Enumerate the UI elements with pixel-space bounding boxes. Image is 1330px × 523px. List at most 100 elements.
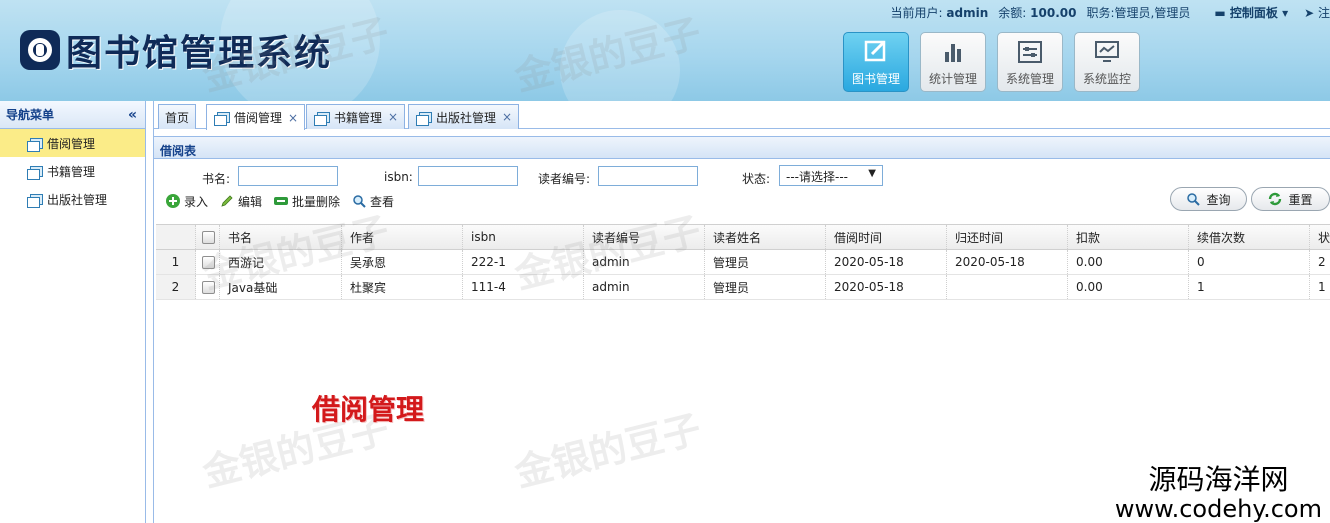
column-header[interactable]: 作者 [342,225,463,249]
cell-author: 吴承恩 [342,250,463,274]
cell-renewals: 1 [1189,275,1310,299]
cell-return-date: 2020-05-18 [947,250,1068,274]
row-checkbox[interactable] [202,280,215,294]
tab-publishers[interactable]: 出版社管理 × [408,104,520,129]
cell-reader-id: admin [584,275,705,299]
cell-return-date [947,275,1068,299]
monitor-icon [1095,41,1119,62]
nav-statistics[interactable]: 统计管理 [920,32,986,92]
isbn-input[interactable] [418,166,518,186]
toolbar: 录入 编辑 批量删除 查看 [166,191,394,211]
sidebar-item-publishers[interactable]: 出版社管理 [0,185,145,213]
close-icon[interactable]: × [502,110,512,124]
user-info-bar: 当前用户: admin 余额: 100.00 职务:管理员,管理员 ▬ 控制面板… [891,4,1330,20]
remove-icon [274,197,289,205]
document-icon [27,193,43,208]
caret-down-icon: ▼ [868,168,876,179]
status-label: 状态: [742,172,771,186]
document-icon [27,137,43,152]
sidebar-item-borrow[interactable]: 借阅管理 [0,129,145,157]
header-bar: 图书馆管理系统 当前用户: admin 余额: 100.00 职务:管理员,管理… [0,0,1330,101]
current-user: 当前用户: admin [890,6,989,20]
cell-borrow-date: 2020-05-18 [826,275,947,299]
cell-renewals: 0 [1189,250,1310,274]
add-button[interactable]: 录入 [166,193,208,210]
query-button[interactable]: 查询 [1170,187,1247,211]
logo-icon [20,30,60,70]
tab-books[interactable]: 书籍管理 × [306,104,406,129]
table-row[interactable]: 1 西游记 吴承恩 222-1 admin 管理员 2020-05-18 202… [156,250,1330,275]
column-header[interactable]: 扣款 [1068,225,1189,249]
reader-id-label: 读者编号: [538,172,591,186]
add-icon [166,194,180,208]
collapse-icon[interactable]: « [128,107,137,123]
borrow-table: 书名 作者 isbn 读者编号 读者姓名 借阅时间 归还时间 扣款 续借次数 状… [156,224,1330,300]
row-checkbox[interactable] [202,255,215,269]
column-header[interactable]: 续借次数 [1189,225,1310,249]
tab-home[interactable]: 首页 [158,104,197,129]
select-all-cell [196,225,220,249]
row-select-cell [196,250,220,274]
edit-icon [864,40,886,62]
cell-borrow-date: 2020-05-18 [826,250,947,274]
nav-system-monitor[interactable]: 系统监控 [1074,32,1140,92]
view-button[interactable]: 查看 [352,193,394,210]
search-icon [353,195,366,208]
column-header[interactable]: isbn [463,225,584,249]
row-number: 1 [156,250,196,274]
column-header[interactable]: 书名 [220,225,342,249]
folder-icon: ▬ [1214,6,1226,20]
settings-sliders-icon [1018,41,1042,63]
control-panel-menu[interactable]: ▬ 控制面板 ▾ [1214,4,1288,20]
cell-reader-name: 管理员 [705,275,826,299]
header-decoration [560,10,680,101]
send-icon: ➤ [1304,6,1315,20]
row-select-cell [196,275,220,299]
document-icon [214,112,230,126]
cell-status: 1 [1318,280,1326,294]
panel-title: 借阅表 [154,136,1330,159]
cell-book: Java基础 [220,275,342,299]
column-header[interactable]: 读者编号 [584,225,705,249]
close-icon[interactable]: × [388,110,398,124]
cell-reader-name: 管理员 [705,250,826,274]
book-name-label: 书名: [202,172,231,186]
caption-overlay: 借阅管理 [312,393,425,426]
document-icon [314,111,330,126]
table-row[interactable]: 2 Java基础 杜聚宾 111-4 admin 管理员 2020-05-18 … [156,275,1330,300]
site-brand: 源码海洋网 www.codehy.com [1115,463,1322,523]
logout-link[interactable]: ➤ 注 [1304,4,1330,20]
main-content: 首页 借阅管理 × 书籍管理 × 出版社管理 × 借阅表 书名: isbn: 读… [153,101,1330,523]
site-brand-name: 源码海洋网 [1148,463,1289,496]
role: 职务:管理员,管理员 [1086,6,1191,20]
sidebar-item-books[interactable]: 书籍管理 [0,157,145,185]
column-header[interactable]: 借阅时间 [826,225,947,249]
cell-isbn: 222-1 [463,250,584,274]
select-all-checkbox[interactable] [202,230,215,244]
reader-id-input[interactable] [598,166,698,186]
app-logo: 图书馆管理系统 [20,24,332,76]
book-name-input[interactable] [238,166,338,186]
status-select[interactable]: ---请选择--- ▼ [779,165,883,186]
document-icon [27,165,43,180]
nav-system-management[interactable]: 系统管理 [997,32,1063,92]
app-title: 图书馆管理系统 [66,33,333,74]
cell-deduction: 0.00 [1068,250,1189,274]
column-header[interactable]: 归还时间 [947,225,1068,249]
table-header: 书名 作者 isbn 读者编号 读者姓名 借阅时间 归还时间 扣款 续借次数 状 [156,225,1330,250]
close-icon[interactable]: × [288,111,298,125]
pencil-icon [221,195,233,207]
reset-button[interactable]: 重置 [1251,187,1330,211]
nav-book-management[interactable]: 图书管理 [843,32,909,92]
row-number-header [156,225,196,249]
search-form: 书名: isbn: 读者编号: 状态: ---请选择--- ▼ [154,165,1330,189]
bar-chart-icon [945,44,961,62]
batch-delete-button[interactable]: 批量删除 [274,193,340,210]
search-icon [1187,193,1201,206]
cell-status: 2 [1318,255,1326,269]
tab-borrow[interactable]: 借阅管理 × [206,104,306,130]
row-number: 2 [156,275,196,299]
column-header[interactable]: 读者姓名 [705,225,826,249]
column-header[interactable]: 状 [1310,225,1330,249]
edit-button[interactable]: 编辑 [220,193,262,210]
